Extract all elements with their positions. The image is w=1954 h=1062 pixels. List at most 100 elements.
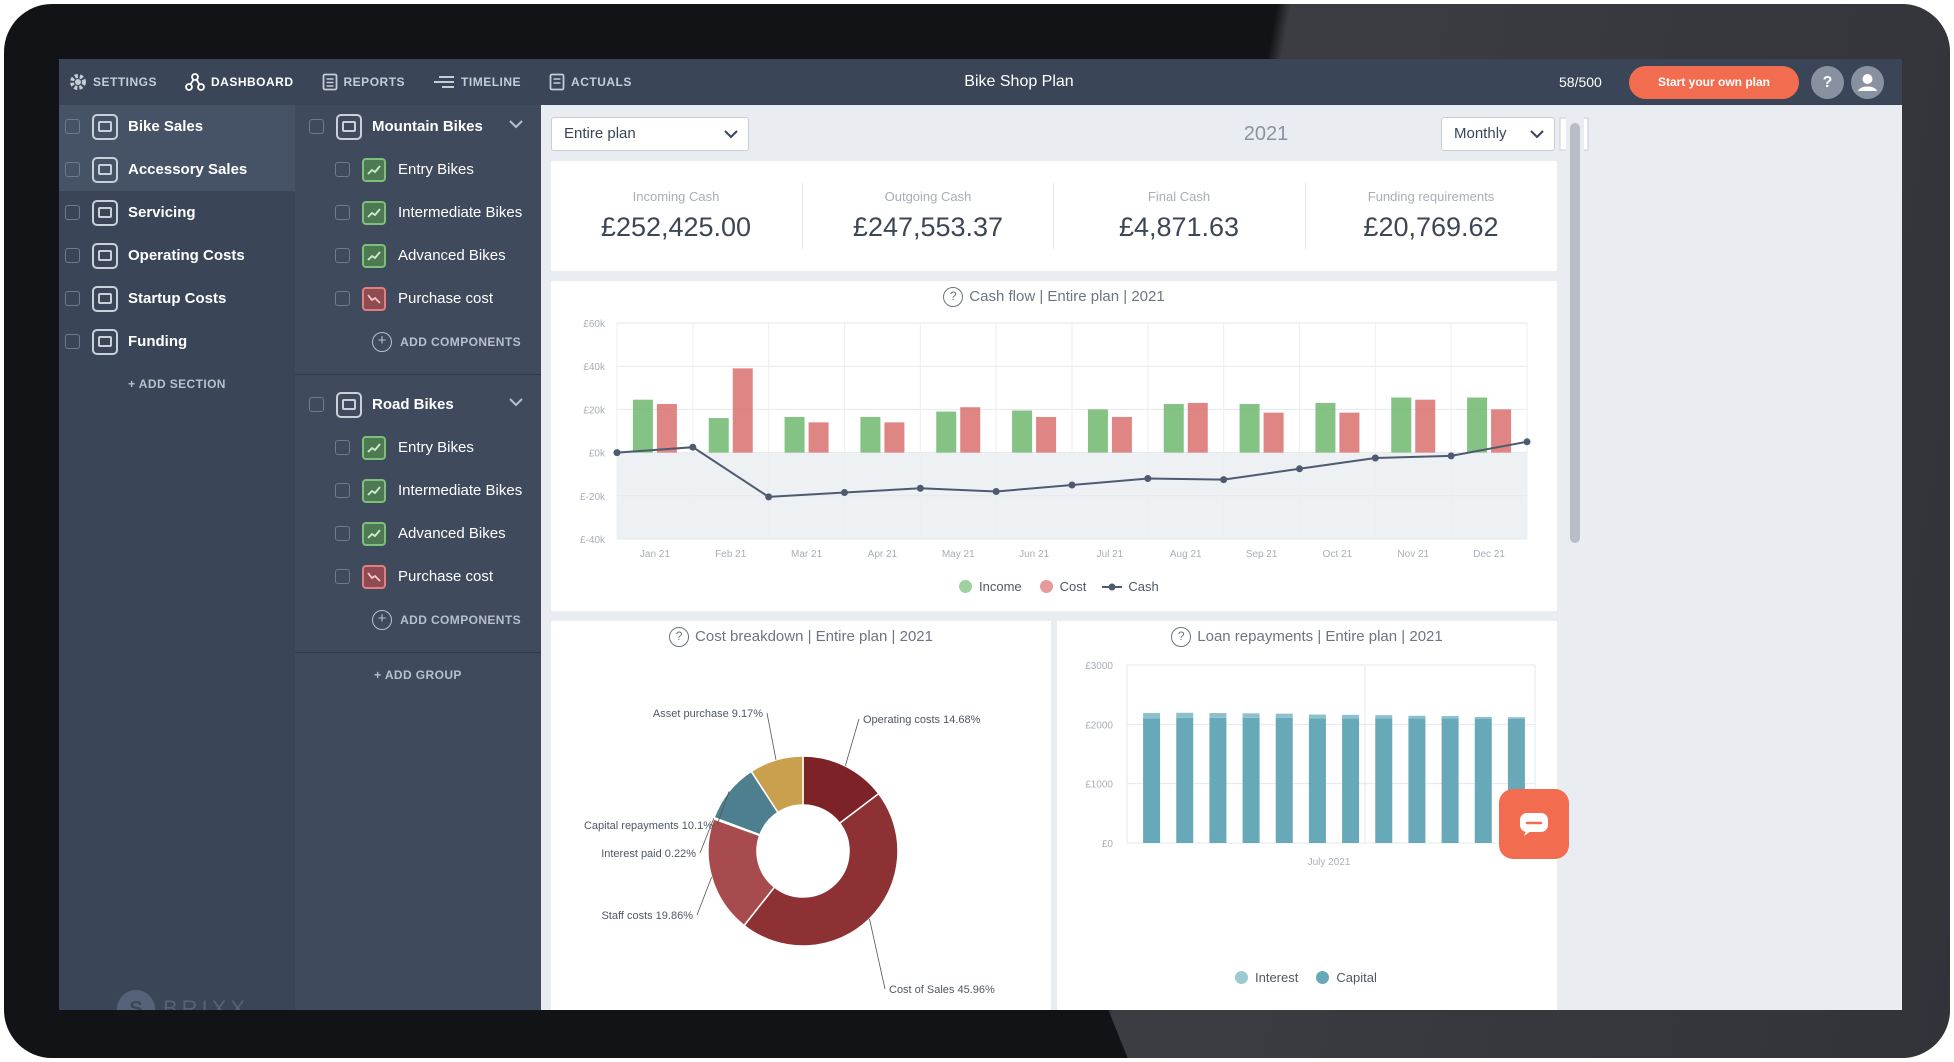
section-checkbox[interactable] xyxy=(65,162,80,177)
component-item[interactable]: Advanced Bikes xyxy=(295,512,541,555)
x-tick-label: Sep 21 xyxy=(1246,549,1278,560)
nav-settings-label: SETTINGS xyxy=(93,75,158,89)
brixx-logo: S BRIXX xyxy=(117,990,249,1010)
capital-bar xyxy=(1441,718,1459,843)
section-item-servicing[interactable]: Servicing xyxy=(59,191,295,234)
component-checkbox[interactable] xyxy=(335,205,350,220)
cash-point xyxy=(1296,465,1303,473)
component-item[interactable]: Advanced Bikes xyxy=(295,234,541,277)
nav-timeline[interactable]: TIMELINE xyxy=(423,59,539,105)
cash-flow-legend: Income Cost Cash xyxy=(941,579,1159,594)
component-checkbox[interactable] xyxy=(335,291,350,306)
component-label: Purchase cost xyxy=(398,290,494,307)
dashboard-main: Entire plan 2021 Monthly Incoming Cash £2… xyxy=(541,105,1902,1010)
legend-cash-label[interactable]: Cash xyxy=(1128,579,1158,594)
help-circle-icon[interactable]: ? xyxy=(943,287,964,307)
section-item-startup-costs[interactable]: Startup Costs xyxy=(59,277,295,320)
component-item[interactable]: Purchase cost xyxy=(295,277,541,320)
group-label: Mountain Bikes xyxy=(372,118,483,135)
tablet-frame: SETTINGS DASHBOARD REPORTS TIMELINE ACTU… xyxy=(4,4,1950,1058)
trend-up-icon xyxy=(362,478,386,503)
kpi-value: £20,769.62 xyxy=(1363,212,1499,242)
group-checkbox[interactable] xyxy=(309,119,324,134)
nav-reports-label: REPORTS xyxy=(343,75,406,89)
trend-down-icon xyxy=(362,564,386,589)
pie-label: Operating costs 14.68% xyxy=(863,714,981,726)
start-own-plan-button[interactable]: Start your own plan xyxy=(1629,66,1799,99)
component-item[interactable]: Intermediate Bikes xyxy=(295,191,541,234)
scope-select[interactable]: Entire plan xyxy=(551,117,749,151)
section-label: Servicing xyxy=(128,204,196,221)
section-checkbox[interactable] xyxy=(65,205,80,220)
component-item[interactable]: Entry Bikes xyxy=(295,148,541,191)
period-select[interactable]: Monthly xyxy=(1441,117,1555,151)
cost-bar xyxy=(884,422,905,453)
group-header-road-bikes[interactable]: Road Bikes xyxy=(295,383,541,426)
nav-reports[interactable]: REPORTS xyxy=(312,59,424,105)
nav-settings[interactable]: SETTINGS xyxy=(59,59,175,105)
pie-label: Cost of Sales 45.96% xyxy=(889,984,995,996)
cash-point xyxy=(1144,475,1152,483)
pie-leader-line xyxy=(766,712,777,760)
interest-bar xyxy=(1308,714,1326,719)
component-checkbox[interactable] xyxy=(335,440,350,455)
pie-leader-line xyxy=(696,876,713,916)
capital-bar xyxy=(1408,718,1426,843)
legend-cost-label[interactable]: Cost xyxy=(1060,579,1087,594)
component-item[interactable]: Purchase cost xyxy=(295,555,541,598)
component-checkbox[interactable] xyxy=(335,526,350,541)
year-label: 2021 xyxy=(1243,123,1289,145)
chevron-down-icon[interactable] xyxy=(509,397,523,407)
income-bar xyxy=(1012,410,1033,453)
account-button[interactable] xyxy=(1851,66,1884,99)
add-components-button[interactable]: + ADD COMPONENTS xyxy=(295,320,541,364)
brixx-mark-icon: S xyxy=(117,990,155,1010)
legend-capital-label[interactable]: Capital xyxy=(1336,970,1376,985)
nav-dashboard-label: DASHBOARD xyxy=(211,75,294,89)
cash-flow-title: ? Cash flow | Entire plan | 2021 xyxy=(551,287,1557,307)
section-checkbox[interactable] xyxy=(65,334,80,349)
add-section-link[interactable]: + ADD SECTION xyxy=(128,377,226,391)
main-scrollbar[interactable] xyxy=(1566,105,1584,1010)
nav-dashboard[interactable]: DASHBOARD xyxy=(175,59,312,105)
section-checkbox[interactable] xyxy=(65,119,80,134)
component-checkbox[interactable] xyxy=(335,569,350,584)
legend-interest-swatch xyxy=(1235,971,1248,984)
group-checkbox[interactable] xyxy=(309,397,324,412)
section-checkbox[interactable] xyxy=(65,291,80,306)
x-tick-label: Jan 21 xyxy=(640,549,670,560)
kpi-label: Funding requirements xyxy=(1367,189,1495,204)
app-screen: SETTINGS DASHBOARD REPORTS TIMELINE ACTU… xyxy=(59,59,1902,1010)
section-label: Operating Costs xyxy=(128,247,245,264)
help-button[interactable]: ? xyxy=(1811,66,1844,99)
add-group-link[interactable]: + ADD GROUP xyxy=(374,668,462,682)
trend-up-icon xyxy=(362,157,386,182)
cash-flow-title-text: Cash flow | Entire plan | 2021 xyxy=(969,287,1165,305)
component-checkbox[interactable] xyxy=(335,483,350,498)
chat-bubble-icon xyxy=(1520,813,1548,836)
add-components-button[interactable]: + ADD COMPONENTS xyxy=(295,598,541,642)
legend-income-label[interactable]: Income xyxy=(979,579,1022,594)
component-checkbox[interactable] xyxy=(335,248,350,263)
legend-interest-label[interactable]: Interest xyxy=(1255,970,1298,985)
section-item-funding[interactable]: Funding xyxy=(59,320,295,363)
section-item-operating-costs[interactable]: Operating Costs xyxy=(59,234,295,277)
component-item[interactable]: Entry Bikes xyxy=(295,426,541,469)
component-label: Purchase cost xyxy=(398,568,494,585)
nav-actuals[interactable]: ACTUALS xyxy=(539,59,650,105)
chevron-down-icon[interactable] xyxy=(509,119,523,129)
component-checkbox[interactable] xyxy=(335,162,350,177)
income-bar xyxy=(1391,397,1412,453)
help-circle-icon[interactable]: ? xyxy=(669,627,690,647)
help-circle-icon[interactable]: ? xyxy=(1171,627,1192,647)
section-item-accessory-sales[interactable]: Accessory Sales xyxy=(59,148,295,191)
x-tick-label: Mar 21 xyxy=(791,549,823,560)
component-item[interactable]: Intermediate Bikes xyxy=(295,469,541,512)
chat-button[interactable] xyxy=(1499,789,1569,859)
scroll-thumb[interactable] xyxy=(1570,123,1580,543)
group-header-mountain-bikes[interactable]: Mountain Bikes xyxy=(295,105,541,148)
section-checkbox[interactable] xyxy=(65,248,80,263)
cash-point xyxy=(1523,438,1531,446)
section-item-bike-sales[interactable]: Bike Sales xyxy=(59,105,295,148)
capital-bar xyxy=(1474,718,1492,843)
